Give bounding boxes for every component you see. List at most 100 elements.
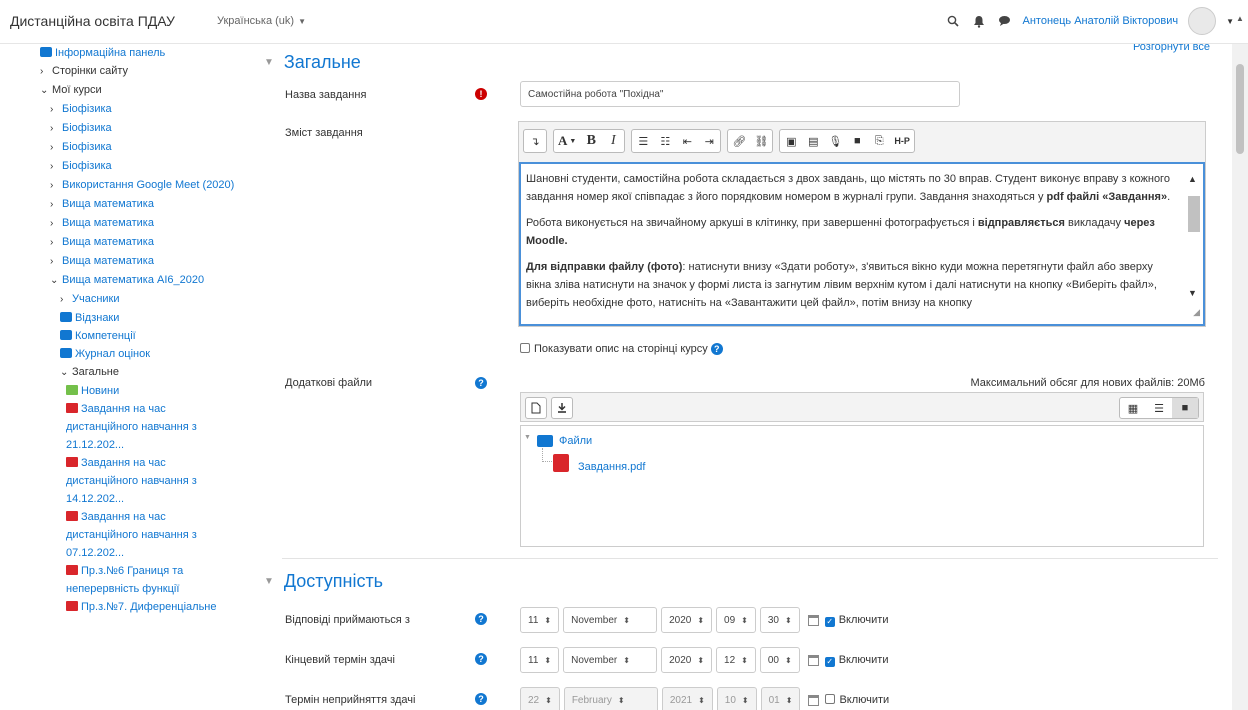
italic-icon[interactable]: I — [602, 130, 624, 152]
ordered-list-icon[interactable]: ☷ — [654, 130, 676, 152]
sidebar-item[interactable]: › Вища математика — [40, 233, 235, 252]
sidebar-item[interactable]: › Вища математика — [40, 252, 235, 271]
folder-expanded-icon[interactable]: ▼ — [524, 434, 531, 441]
sidebar-item[interactable]: › Біофізика — [40, 138, 235, 157]
grid-view-icon[interactable]: ▦ — [1120, 398, 1146, 418]
user-name[interactable]: Антонець Анатолій Вікторович — [1023, 15, 1179, 27]
unlink-icon[interactable]: ⛓︎ — [750, 130, 772, 152]
help-icon[interactable]: ? — [475, 613, 487, 625]
scroll-thumb[interactable] — [1236, 64, 1244, 154]
calendar-icon[interactable] — [807, 654, 819, 666]
collapse-all-link[interactable]: Розгорнути все — [1133, 44, 1210, 53]
paragraph-style-icon[interactable]: A ▼ — [554, 130, 580, 152]
indent-icon[interactable]: ⇥ — [698, 130, 720, 152]
month-select[interactable]: November ⬍ — [563, 607, 658, 633]
avatar[interactable] — [1188, 7, 1217, 35]
year-select[interactable]: 2020 ⬍ — [661, 607, 713, 633]
enable-checkbox[interactable] — [825, 694, 836, 704]
list-view-icon[interactable]: ☰ — [1146, 398, 1172, 418]
section-availability-header[interactable]: ▼ Доступність — [264, 571, 383, 592]
bold-icon[interactable]: B — [580, 130, 602, 152]
month-select[interactable]: November ⬍ — [563, 647, 658, 673]
editor-content[interactable]: Шановні студенти, самостійна робота скла… — [519, 162, 1205, 326]
link-icon[interactable]: 🔗︎ — [728, 130, 750, 152]
sidebar-item[interactable]: Завдання на час дистанційного навчання з… — [40, 508, 235, 562]
chevron-right-icon[interactable]: › — [50, 101, 62, 119]
hour-select[interactable]: 09 ⬍ — [716, 607, 756, 633]
year-select[interactable]: 2021 ⬍ — [661, 687, 713, 710]
day-select[interactable]: 11 ⬍ — [520, 607, 560, 633]
enable-option[interactable]: ✓ Включити — [824, 614, 888, 627]
chevron-down-icon[interactable]: ⌄ — [60, 364, 72, 382]
sidebar-item[interactable]: ⌄ Мої курси — [40, 81, 235, 100]
image-icon[interactable]: ▣ — [780, 130, 802, 152]
folder-name[interactable]: Файли — [559, 435, 592, 447]
sidebar-item[interactable]: › Використання Google Meet (2020) — [40, 176, 235, 195]
record-video-icon[interactable]: ■ — [846, 130, 868, 152]
toolbar-toggle-icon[interactable]: ↴ — [524, 130, 546, 152]
sidebar-item[interactable]: ⌄ Вища математика АІ6_2020 — [40, 271, 235, 290]
sidebar-item[interactable]: › Біофізика — [40, 100, 235, 119]
hour-select[interactable]: 12 ⬍ — [716, 647, 756, 673]
chevron-right-icon[interactable]: › — [60, 291, 72, 309]
sidebar-item[interactable]: Інформаційна панель — [40, 44, 235, 62]
day-select[interactable]: 11 ⬍ — [520, 647, 560, 673]
sidebar-item[interactable]: › Біофізика — [40, 119, 235, 138]
enable-option[interactable]: ✓ Включити — [824, 654, 888, 667]
tree-view-icon[interactable]: ■ — [1172, 398, 1198, 418]
sidebar-item[interactable]: Завдання на час дистанційного навчання з… — [40, 454, 235, 508]
sidebar-item[interactable]: › Учасники — [40, 290, 235, 309]
add-file-button[interactable] — [525, 397, 547, 419]
sidebar-item[interactable]: Відзнаки — [40, 309, 235, 327]
editor-scrollbar[interactable]: ▲ ▼ — [1185, 166, 1201, 324]
show-description-checkbox[interactable] — [520, 343, 530, 353]
enable-option[interactable]: Включити — [825, 694, 889, 706]
sidebar-item[interactable]: Пр.з.№7. Диференціальне — [40, 598, 235, 616]
outdent-icon[interactable]: ⇤ — [676, 130, 698, 152]
minute-select[interactable]: 30 ⬍ — [759, 607, 800, 633]
sidebar-item[interactable]: › Біофізика — [40, 157, 235, 176]
enable-checkbox[interactable]: ✓ — [824, 616, 835, 627]
chevron-down-icon[interactable]: ⌄ — [40, 82, 52, 100]
year-select[interactable]: 2020 ⬍ — [661, 647, 713, 673]
h5p-icon[interactable]: H-P — [890, 130, 914, 152]
chat-icon[interactable] — [997, 13, 1013, 29]
scroll-up-icon[interactable]: ▲ — [1236, 14, 1244, 23]
month-select[interactable]: February ⬍ — [563, 687, 658, 710]
filemanager-area[interactable]: ▼ Файли Завдання.pdf — [520, 425, 1204, 547]
help-icon[interactable]: ? — [475, 693, 487, 705]
download-all-button[interactable] — [551, 397, 573, 419]
sidebar-item[interactable]: › Вища математика — [40, 195, 235, 214]
scroll-thumb[interactable] — [1188, 196, 1200, 232]
chevron-right-icon[interactable]: › — [40, 63, 52, 81]
chevron-right-icon[interactable]: › — [50, 196, 62, 214]
sidebar-item[interactable]: Новини — [40, 382, 235, 400]
scroll-up-icon[interactable]: ▲ — [1188, 170, 1197, 188]
chevron-right-icon[interactable]: › — [50, 120, 62, 138]
minute-select[interactable]: 01 ⬍ — [760, 687, 801, 710]
day-select[interactable]: 22 ⬍ — [520, 687, 560, 710]
chevron-down-icon[interactable]: ▼ — [1226, 17, 1234, 26]
bell-icon[interactable] — [971, 13, 987, 29]
help-icon[interactable]: ? — [475, 653, 487, 665]
calendar-icon[interactable] — [807, 614, 819, 626]
sidebar-item[interactable]: Журнал оцінок — [40, 345, 235, 363]
file-name[interactable]: Завдання.pdf — [578, 461, 645, 473]
help-icon[interactable]: ? — [475, 377, 487, 389]
help-icon[interactable]: ? — [710, 343, 723, 355]
site-name[interactable]: Дистанційна освіта ПДАУ — [10, 13, 175, 29]
enable-checkbox[interactable]: ✓ — [824, 656, 835, 667]
manage-files-icon[interactable]: ⎘ — [868, 130, 890, 152]
hour-select[interactable]: 10 ⬍ — [716, 687, 757, 710]
media-icon[interactable]: ▤ — [802, 130, 824, 152]
language-menu[interactable]: Українська (uk) ▼ — [217, 15, 306, 27]
chevron-right-icon[interactable]: › — [50, 234, 62, 252]
sidebar-item[interactable]: Пр.з.№6 Границя та неперервність функції — [40, 562, 235, 598]
calendar-icon[interactable] — [808, 694, 820, 706]
sidebar-item[interactable]: Компетенції — [40, 327, 235, 345]
chevron-down-icon[interactable]: ⌄ — [50, 272, 62, 290]
minute-select[interactable]: 00 ⬍ — [759, 647, 800, 673]
unordered-list-icon[interactable]: ☰ — [632, 130, 654, 152]
sidebar-item[interactable]: › Сторінки сайту — [40, 62, 235, 81]
chevron-right-icon[interactable]: › — [50, 253, 62, 271]
